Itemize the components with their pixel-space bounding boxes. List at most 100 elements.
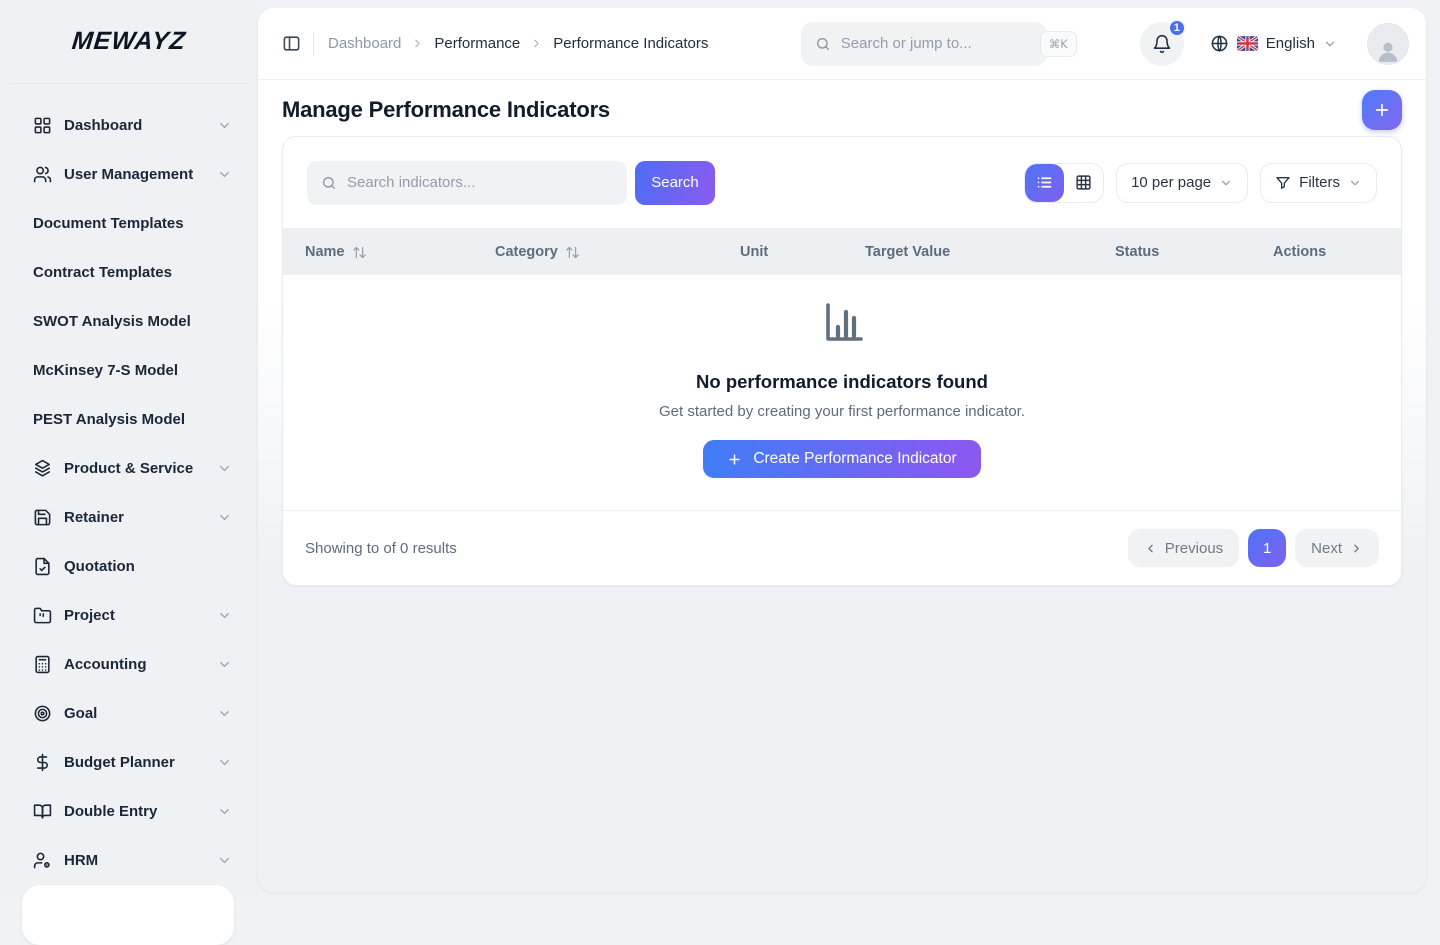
column-label: Category bbox=[495, 244, 558, 260]
column-header-name: Name bbox=[305, 244, 495, 260]
breadcrumb-performance-indicators[interactable]: Performance Indicators bbox=[553, 35, 708, 52]
sidebar-item-hrm[interactable]: HRM bbox=[12, 836, 246, 885]
sidebar-item-label: SWOT Analysis Model bbox=[33, 312, 232, 332]
sidebar-item-double-entry[interactable]: Double Entry bbox=[12, 787, 246, 836]
chevron-right-icon bbox=[530, 37, 543, 50]
column-header-unit: Unit bbox=[740, 244, 865, 260]
sidebar-item-goal[interactable]: Goal bbox=[12, 689, 246, 738]
language-label: English bbox=[1266, 35, 1315, 52]
chevron-down-icon bbox=[217, 804, 232, 819]
sidebar-item-label: Project bbox=[64, 606, 217, 626]
user-avatar[interactable] bbox=[1367, 23, 1409, 65]
sort-icon[interactable] bbox=[565, 245, 580, 260]
chevron-down-icon bbox=[217, 461, 232, 476]
sidebar-item-swot-analysis[interactable]: SWOT Analysis Model bbox=[12, 297, 246, 346]
breadcrumb-performance[interactable]: Performance bbox=[434, 35, 520, 52]
target-icon bbox=[33, 704, 52, 723]
sidebar-item-label: HRM bbox=[64, 851, 217, 871]
indicator-search[interactable] bbox=[307, 161, 627, 205]
sidebar-item-mckinsey-7s[interactable]: McKinsey 7-S Model bbox=[12, 346, 246, 395]
search-icon bbox=[815, 36, 831, 52]
chevron-down-icon bbox=[217, 706, 232, 721]
sidebar-bottom-card[interactable] bbox=[22, 885, 234, 945]
sidebar-item-contract-templates[interactable]: Contract Templates bbox=[12, 248, 246, 297]
per-page-label: 10 per page bbox=[1131, 174, 1211, 191]
keyboard-shortcut-badge: ⌘K bbox=[1040, 31, 1077, 57]
funnel-icon bbox=[1275, 175, 1291, 191]
sidebar-item-label: Contract Templates bbox=[33, 263, 232, 283]
sidebar-item-label: Double Entry bbox=[64, 802, 217, 822]
sidebar-item-dashboard[interactable]: Dashboard bbox=[12, 101, 246, 150]
sidebar-header: MEWAYZ bbox=[9, 0, 249, 84]
sidebar: MEWAYZ Dashboard User Management bbox=[0, 0, 258, 900]
column-label: Name bbox=[305, 244, 345, 260]
sort-icon[interactable] bbox=[352, 245, 367, 260]
bell-icon bbox=[1152, 34, 1172, 54]
sidebar-item-product-service[interactable]: Product & Service bbox=[12, 444, 246, 493]
next-page-button[interactable]: Next bbox=[1295, 529, 1379, 567]
brand-logo: MEWAYZ bbox=[71, 27, 188, 56]
chevron-down-icon bbox=[217, 853, 232, 868]
save-icon bbox=[33, 508, 52, 527]
sidebar-item-user-management[interactable]: User Management bbox=[12, 150, 246, 199]
sidebar-item-pest-analysis[interactable]: PEST Analysis Model bbox=[12, 395, 246, 444]
header-divider bbox=[313, 32, 314, 56]
page-title: Manage Performance Indicators bbox=[282, 97, 610, 123]
indicator-search-input[interactable] bbox=[347, 174, 613, 191]
list-view-button[interactable] bbox=[1025, 164, 1064, 202]
sidebar-nav: Dashboard User Management Document Templ… bbox=[0, 84, 258, 885]
chevron-down-icon bbox=[217, 608, 232, 623]
page-1-button[interactable]: 1 bbox=[1248, 529, 1286, 567]
global-search[interactable]: ⌘K bbox=[801, 22, 1047, 66]
sidebar-item-document-templates[interactable]: Document Templates bbox=[12, 199, 246, 248]
sidebar-item-label: User Management bbox=[64, 165, 217, 185]
plus-icon bbox=[727, 452, 742, 467]
grid-view-button[interactable] bbox=[1064, 164, 1103, 202]
create-indicator-button[interactable]: Create Performance Indicator bbox=[703, 440, 980, 478]
folder-icon bbox=[33, 606, 52, 625]
empty-state-subtitle: Get started by creating your first perfo… bbox=[659, 403, 1025, 420]
sidebar-item-label: Dashboard bbox=[64, 116, 217, 136]
add-indicator-button[interactable] bbox=[1362, 90, 1402, 130]
chevron-down-icon bbox=[1323, 37, 1337, 51]
layout-grid-icon bbox=[33, 116, 52, 135]
app-root: MEWAYZ Dashboard User Management bbox=[0, 0, 1440, 900]
person-icon bbox=[1375, 38, 1401, 64]
global-search-input[interactable] bbox=[841, 35, 1040, 52]
chevron-down-icon bbox=[217, 657, 232, 672]
language-selector[interactable]: English bbox=[1210, 34, 1337, 53]
sidebar-item-label: Goal bbox=[64, 704, 217, 724]
grid-icon bbox=[1075, 174, 1092, 191]
chevron-down-icon bbox=[1348, 176, 1362, 190]
sidebar-item-budget-planner[interactable]: Budget Planner bbox=[12, 738, 246, 787]
column-label: Unit bbox=[740, 244, 768, 260]
bar-chart-icon bbox=[817, 299, 867, 347]
sidebar-item-project[interactable]: Project bbox=[12, 591, 246, 640]
sidebar-item-label: Budget Planner bbox=[64, 753, 217, 773]
previous-page-button[interactable]: Previous bbox=[1128, 529, 1239, 567]
indicators-card: Search 10 per page bbox=[282, 136, 1402, 586]
chevron-down-icon bbox=[1219, 176, 1233, 190]
plus-icon bbox=[1373, 101, 1391, 119]
sidebar-item-label: Document Templates bbox=[33, 214, 232, 234]
search-button[interactable]: Search bbox=[635, 161, 715, 205]
breadcrumb-dashboard[interactable]: Dashboard bbox=[328, 35, 401, 52]
layers-icon bbox=[33, 459, 52, 478]
filters-button[interactable]: Filters bbox=[1260, 163, 1377, 203]
sidebar-item-label: PEST Analysis Model bbox=[33, 410, 232, 430]
sidebar-item-accounting[interactable]: Accounting bbox=[12, 640, 246, 689]
sidebar-item-quotation[interactable]: Quotation bbox=[12, 542, 246, 591]
empty-state: No performance indicators found Get star… bbox=[283, 275, 1401, 510]
search-icon bbox=[321, 175, 337, 191]
chevron-left-icon bbox=[1144, 542, 1157, 555]
user-gear-icon bbox=[33, 851, 52, 870]
notification-count-badge: 1 bbox=[1168, 19, 1186, 37]
users-icon bbox=[33, 165, 52, 184]
sidebar-item-label: Quotation bbox=[64, 557, 232, 577]
chevron-right-icon bbox=[411, 37, 424, 50]
notifications-button[interactable]: 1 bbox=[1140, 22, 1184, 66]
per-page-dropdown[interactable]: 10 per page bbox=[1116, 163, 1248, 203]
sidebar-toggle-button[interactable] bbox=[282, 34, 301, 53]
chevron-down-icon bbox=[217, 510, 232, 525]
sidebar-item-retainer[interactable]: Retainer bbox=[12, 493, 246, 542]
